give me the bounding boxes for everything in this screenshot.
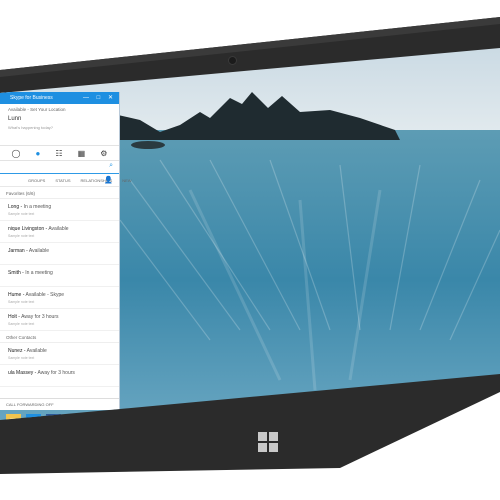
search-input[interactable]: ⌕ <box>0 161 119 174</box>
nav-bar: ◯ ● ☷ ▦ ⚙ <box>0 146 119 161</box>
contact-status: Available - Skype <box>25 292 65 298</box>
contact-item[interactable]: nique Livingston - Available Sample note … <box>0 221 119 243</box>
contact-name: Long <box>8 204 20 210</box>
contact-item[interactable]: Long - In a meeting Sample note text <box>0 199 119 221</box>
contact-name: Hume <box>8 292 22 298</box>
contact-name: Smith <box>8 270 21 276</box>
options-icon[interactable]: ⚙ <box>100 149 107 158</box>
group-favorites[interactable]: Favorites (6/6) <box>0 187 119 199</box>
contact-status: Away for 3 hours <box>21 314 59 320</box>
contact-note: Sample note text <box>8 300 35 304</box>
contact-tabs: GROUPS STATUS RELATIONSHIPS NEW 👤 <box>0 174 132 187</box>
other-contact-list: Nunez - Available Sample note text ula Mas… <box>0 343 119 387</box>
contact-item[interactable]: Smith - In a meeting <box>0 265 119 287</box>
conversations-icon[interactable]: ● <box>36 149 41 158</box>
contact-note: Sample note text <box>8 322 35 326</box>
contact-status: Available <box>28 248 50 254</box>
contact-note: Sample note text <box>8 212 35 216</box>
contact-note: Sample note text <box>8 356 35 360</box>
phone-icon[interactable]: ☷ <box>55 149 62 158</box>
window-controls[interactable]: — □ ✕ <box>83 92 116 104</box>
tab-groups[interactable]: GROUPS <box>28 178 45 183</box>
group-other[interactable]: Other Contacts <box>0 331 119 343</box>
contact-line: Smith - In a meeting <box>8 265 119 276</box>
contact-status: In a meeting <box>25 270 53 276</box>
contact-name: Jarman <box>8 248 25 254</box>
contact-item[interactable]: Holt - Away for 3 hours Sample note text <box>0 309 119 331</box>
contact-line: Hume - Available - Skype <box>8 287 119 298</box>
contact-item[interactable]: ula Massey - Away for 3 hours <box>0 365 119 387</box>
search-icon[interactable]: ⌕ <box>109 162 113 170</box>
windows-button-icon[interactable] <box>258 432 278 452</box>
tab-new[interactable]: NEW <box>122 178 131 183</box>
my-note[interactable]: What's happening today? <box>8 125 119 130</box>
window-titlebar[interactable]: Skype for Business — □ ✕ <box>0 92 119 104</box>
contact-name: Holt <box>8 314 17 320</box>
tablet-device: Skype for Business — □ ✕ Available - Set… <box>0 0 500 500</box>
contact-name: ula Massey <box>8 370 34 376</box>
contact-name: Nunez <box>8 348 23 354</box>
contact-line: Holt - Away for 3 hours <box>8 309 119 320</box>
camera-icon <box>228 56 237 65</box>
skype-window[interactable]: Skype for Business — □ ✕ Available - Set… <box>0 92 132 410</box>
contacts-icon[interactable]: ◯ <box>12 149 21 158</box>
contact-list: Long - In a meeting Sample note text nique… <box>0 199 119 331</box>
profile-header: Available - Set Your Location Lunn What'… <box>0 104 119 146</box>
contact-note: Sample note text <box>8 234 35 238</box>
contact-line: nique Livingston - Available <box>8 221 119 232</box>
contact-item[interactable]: Hume - Available - Skype Sample note text <box>0 287 119 309</box>
contact-line: Long - In a meeting <box>8 199 119 210</box>
contact-line: ula Massey - Away for 3 hours <box>8 365 119 376</box>
contact-line: Nunez - Available <box>8 343 119 354</box>
meetings-icon[interactable]: ▦ <box>78 149 86 158</box>
contact-status: Available <box>26 348 47 354</box>
contact-status: Away for 3 hours <box>37 370 75 376</box>
contact-status: In a meeting <box>23 204 52 210</box>
contact-item[interactable]: Jarman - Available <box>0 243 119 265</box>
contact-name: nique Livingston <box>8 226 45 232</box>
contact-item[interactable]: Nunez - Available Sample note text <box>0 343 119 365</box>
contact-line: Jarman - Available <box>8 243 119 254</box>
contact-status: Available <box>48 226 69 232</box>
my-name: Lunn <box>8 116 22 122</box>
window-title: Skype for Business <box>10 95 53 101</box>
tab-status[interactable]: STATUS <box>55 178 70 183</box>
my-status[interactable]: Available - Set Your Location <box>8 107 119 112</box>
add-contact-icon[interactable]: 👤 <box>104 176 113 184</box>
